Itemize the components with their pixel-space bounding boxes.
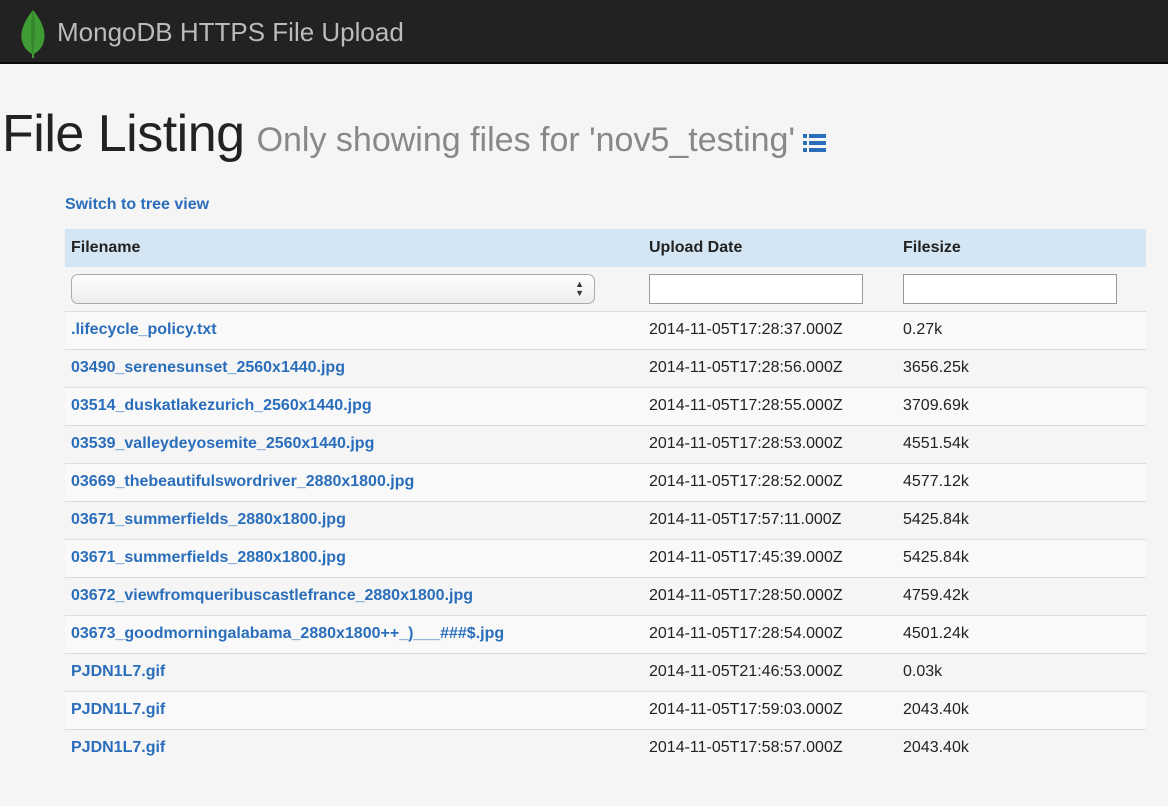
size-filter-input[interactable] bbox=[903, 273, 1117, 304]
file-link[interactable]: 03514_duskatlakezurich_2560x1440.jpg bbox=[71, 397, 372, 414]
file-link[interactable]: PJDN1L7.gif bbox=[71, 701, 165, 718]
file-link[interactable]: 03671_summerfields_2880x1800.jpg bbox=[71, 549, 346, 566]
file-link[interactable]: PJDN1L7.gif bbox=[71, 739, 165, 756]
brand-title[interactable]: MongoDB HTTPS File Upload bbox=[57, 16, 404, 48]
upload-date: 2014-11-05T17:58:57.000Z bbox=[649, 739, 843, 757]
file-link[interactable]: 03673_goodmorningalabama_2880x1800++_)__… bbox=[71, 625, 504, 642]
table-row: PJDN1L7.gif 2014-11-05T21:46:53.000Z 0.0… bbox=[65, 652, 1146, 691]
file-link[interactable]: 03539_valleydeyosemite_2560x1440.jpg bbox=[71, 435, 374, 452]
upload-date: 2014-11-05T17:59:03.000Z bbox=[649, 701, 843, 718]
date-filter-input[interactable] bbox=[649, 273, 863, 304]
filename-filter-select[interactable]: ▲ ▼ bbox=[71, 273, 595, 304]
table-body: .lifecycle_policy.txt 2014-11-05T17:28:3… bbox=[65, 310, 1146, 767]
upload-date: 2014-11-05T17:28:52.000Z bbox=[649, 473, 843, 490]
file-table: Filename Upload Date Filesize ▲ ▼ .lifecy… bbox=[65, 229, 1146, 767]
page-subtitle: Only showing files for 'nov5_testing' bbox=[256, 121, 795, 159]
column-header-filesize[interactable]: Filesize bbox=[897, 229, 1146, 267]
date-filter-cell bbox=[643, 267, 897, 311]
filesize: 2043.40k bbox=[903, 739, 969, 757]
table-header-row: Filename Upload Date Filesize bbox=[65, 229, 1146, 267]
filesize: 0.27k bbox=[903, 321, 943, 338]
filesize: 3709.69k bbox=[903, 397, 969, 414]
file-link[interactable]: 03671_summerfields_2880x1800.jpg bbox=[71, 511, 346, 528]
table-row: PJDN1L7.gif 2014-11-05T17:59:03.000Z 204… bbox=[65, 690, 1146, 729]
page-heading: File Listing Only showing files for 'nov5… bbox=[2, 104, 826, 164]
upload-date: 2014-11-05T17:28:50.000Z bbox=[649, 587, 843, 604]
table-row: 03672_viewfromqueribuscastlefrance_2880x… bbox=[65, 576, 1146, 615]
filesize: 0.03k bbox=[903, 663, 943, 680]
table-row: 03539_valleydeyosemite_2560x1440.jpg 201… bbox=[65, 424, 1146, 463]
file-link[interactable]: .lifecycle_policy.txt bbox=[71, 321, 217, 338]
upload-date: 2014-11-05T21:46:53.000Z bbox=[649, 663, 843, 680]
table-row: 03671_summerfields_2880x1800.jpg 2014-11… bbox=[65, 500, 1146, 539]
file-link[interactable]: PJDN1L7.gif bbox=[71, 663, 165, 680]
upload-date: 2014-11-05T17:28:56.000Z bbox=[649, 359, 843, 376]
table-row: PJDN1L7.gif 2014-11-05T17:58:57.000Z 204… bbox=[65, 728, 1146, 767]
table-row: 03673_goodmorningalabama_2880x1800++_)__… bbox=[65, 614, 1146, 653]
mongodb-leaf-icon[interactable] bbox=[20, 9, 46, 59]
filesize: 4577.12k bbox=[903, 473, 969, 490]
filter-row: ▲ ▼ bbox=[65, 267, 1146, 311]
filesize: 3656.25k bbox=[903, 359, 969, 376]
table-row: 03514_duskatlakezurich_2560x1440.jpg 201… bbox=[65, 386, 1146, 425]
switch-to-tree-view-link[interactable]: Switch to tree view bbox=[65, 196, 209, 214]
upload-date: 2014-11-05T17:28:37.000Z bbox=[649, 321, 843, 338]
filesize: 2043.40k bbox=[903, 701, 969, 718]
filesize: 4759.42k bbox=[903, 587, 969, 604]
table-row: 03669_thebeautifulswordriver_2880x1800.j… bbox=[65, 462, 1146, 501]
list-icon[interactable] bbox=[802, 133, 826, 153]
upload-date: 2014-11-05T17:57:11.000Z bbox=[649, 511, 842, 528]
filesize: 4551.54k bbox=[903, 435, 969, 452]
file-link[interactable]: 03672_viewfromqueribuscastlefrance_2880x… bbox=[71, 587, 473, 604]
file-link[interactable]: 03669_thebeautifulswordriver_2880x1800.j… bbox=[71, 473, 414, 490]
upload-date: 2014-11-05T17:28:54.000Z bbox=[649, 625, 843, 642]
navbar: MongoDB HTTPS File Upload bbox=[0, 0, 1168, 64]
filesize: 4501.24k bbox=[903, 625, 969, 642]
size-filter-cell bbox=[897, 267, 1146, 311]
table-row: 03490_serenesunset_2560x1440.jpg 2014-11… bbox=[65, 348, 1146, 387]
filesize: 5425.84k bbox=[903, 549, 969, 566]
upload-date: 2014-11-05T17:45:39.000Z bbox=[649, 549, 843, 566]
column-header-filename[interactable]: Filename bbox=[65, 229, 643, 267]
column-header-upload-date[interactable]: Upload Date bbox=[643, 229, 897, 267]
page-title: File Listing bbox=[2, 105, 245, 163]
upload-date: 2014-11-05T17:28:55.000Z bbox=[649, 397, 843, 414]
filename-filter-cell: ▲ ▼ bbox=[65, 267, 643, 311]
select-arrows-icon: ▲ ▼ bbox=[575, 278, 584, 298]
table-row: 03671_summerfields_2880x1800.jpg 2014-11… bbox=[65, 538, 1146, 577]
filesize: 5425.84k bbox=[903, 511, 969, 528]
file-link[interactable]: 03490_serenesunset_2560x1440.jpg bbox=[71, 359, 345, 376]
table-row: .lifecycle_policy.txt 2014-11-05T17:28:3… bbox=[65, 310, 1146, 349]
upload-date: 2014-11-05T17:28:53.000Z bbox=[649, 435, 843, 452]
